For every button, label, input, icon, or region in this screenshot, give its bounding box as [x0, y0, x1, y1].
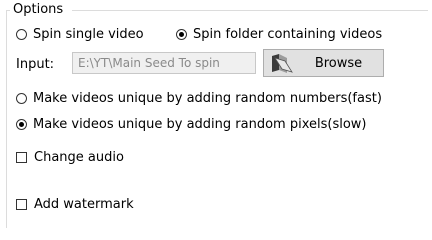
unique-numbers-radio[interactable] — [16, 92, 27, 104]
add-watermark-option[interactable]: Add watermark — [16, 195, 134, 213]
add-watermark-checkbox[interactable] — [16, 198, 27, 210]
groupbox-border-top — [72, 10, 428, 11]
folder-icon — [272, 54, 293, 73]
input-label: Input: — [16, 57, 55, 72]
spin-single-option[interactable]: Spin single video — [16, 25, 144, 43]
unique-pixels-option[interactable]: Make videos unique by adding random pixe… — [16, 115, 367, 133]
change-audio-label: Change audio — [34, 149, 124, 165]
spin-single-label: Spin single video — [33, 26, 144, 42]
browse-button[interactable]: Browse — [263, 49, 384, 77]
add-watermark-label: Add watermark — [34, 196, 134, 212]
change-audio-option[interactable]: Change audio — [16, 148, 124, 166]
browse-button-label: Browse — [314, 55, 363, 71]
spin-folder-label: Spin folder containing videos — [193, 26, 383, 42]
input-path-field[interactable] — [72, 52, 256, 74]
unique-numbers-option[interactable]: Make videos unique by adding random numb… — [16, 89, 382, 107]
groupbox-border-left — [6, 10, 7, 228]
unique-pixels-label: Make videos unique by adding random pixe… — [33, 116, 367, 132]
spin-folder-radio[interactable] — [176, 28, 187, 40]
spin-folder-option[interactable]: Spin folder containing videos — [176, 25, 382, 43]
groupbox-title: Options — [11, 2, 66, 17]
unique-pixels-radio[interactable] — [16, 118, 27, 130]
spin-single-radio[interactable] — [16, 28, 27, 40]
change-audio-checkbox[interactable] — [16, 151, 27, 163]
unique-numbers-label: Make videos unique by adding random numb… — [33, 90, 382, 106]
